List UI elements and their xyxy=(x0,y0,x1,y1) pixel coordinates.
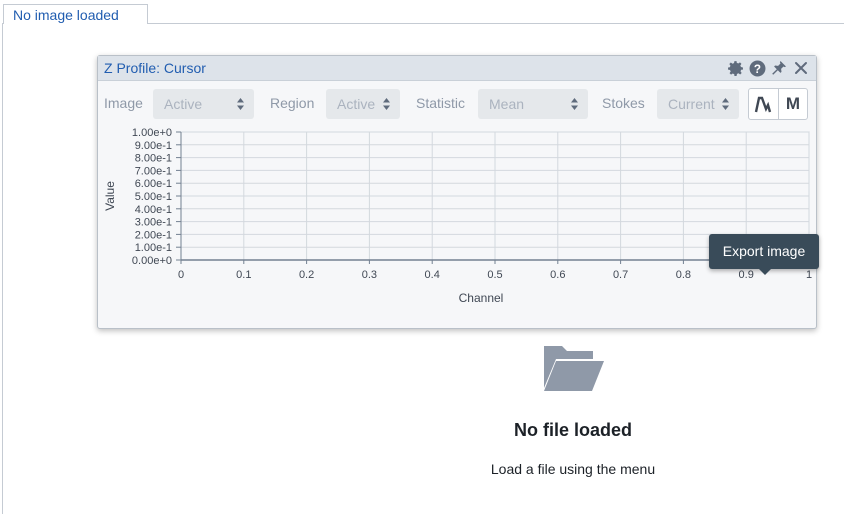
x-tick-label: 0.4 xyxy=(425,269,440,281)
stokes-select-value: Current xyxy=(668,96,715,112)
image-select[interactable]: Active xyxy=(153,89,254,119)
z-profile-widget: Z Profile: Cursor ? Image Active Region … xyxy=(97,55,817,329)
statistic-label: Statistic xyxy=(416,95,466,111)
x-tick-label: 0 xyxy=(178,269,184,281)
caret-updown-icon xyxy=(722,98,729,110)
y-tick-label: 1.00e-1 xyxy=(135,242,172,254)
region-label: Region xyxy=(270,95,315,111)
x-axis-title: Channel xyxy=(459,291,504,305)
pin-icon[interactable] xyxy=(770,59,788,77)
caret-updown-icon xyxy=(237,98,244,110)
export-image-tooltip: Export image xyxy=(709,234,819,269)
moments-button[interactable]: M xyxy=(777,89,807,119)
moments-button-label: M xyxy=(785,94,801,113)
x-tick-label: 1 xyxy=(806,269,812,281)
x-tick-label: 0.6 xyxy=(550,269,565,281)
y-tick-label: 4.00e-1 xyxy=(135,204,172,216)
line-plot-button[interactable] xyxy=(749,89,778,119)
statistic-select-value: Mean xyxy=(489,96,525,112)
caret-updown-icon xyxy=(383,98,390,110)
line-plot-icon xyxy=(755,96,772,113)
profile-chart[interactable]: 0.00e+01.00e-12.00e-13.00e-14.00e-15.00e… xyxy=(98,124,816,314)
close-icon[interactable] xyxy=(792,59,810,77)
y-axis-title: Value xyxy=(103,181,117,211)
y-tick-label: 9.00e-1 xyxy=(135,140,172,152)
x-tick-label: 0.8 xyxy=(676,269,691,281)
folder-open-icon xyxy=(544,346,604,391)
x-tick-label: 0.9 xyxy=(739,269,754,281)
y-tick-label: 2.00e-1 xyxy=(135,229,172,241)
tab-bar-divider xyxy=(147,23,844,24)
y-tick-label: 5.00e-1 xyxy=(135,191,172,203)
empty-state-subtitle: Load a file using the menu xyxy=(490,461,656,477)
gear-icon[interactable] xyxy=(726,59,744,77)
x-tick-label: 0.2 xyxy=(299,269,314,281)
x-tick-label: 0.3 xyxy=(362,269,377,281)
y-tick-label: 1.00e+0 xyxy=(132,127,172,139)
image-select-value: Active xyxy=(164,96,203,112)
profile-toolbar: Image Active Region Active Statistic Mea… xyxy=(98,88,816,120)
app-root: No image loaded No file loaded Load a fi… xyxy=(0,0,844,514)
region-select-value: Active xyxy=(337,96,376,112)
widget-header[interactable]: Z Profile: Cursor ? xyxy=(98,56,816,81)
widget-header-icons: ? xyxy=(726,59,810,77)
stokes-select[interactable]: Current xyxy=(657,89,739,119)
x-tick-label: 0.7 xyxy=(613,269,628,281)
svg-text:?: ? xyxy=(753,62,760,75)
profile-mode-buttons: M xyxy=(748,88,808,120)
image-label: Image xyxy=(104,95,143,111)
y-tick-label: 3.00e-1 xyxy=(135,217,172,229)
tooltip-arrow xyxy=(759,269,771,275)
x-tick-label: 0.1 xyxy=(236,269,251,281)
panel-border xyxy=(2,23,3,514)
empty-state-title: No file loaded xyxy=(513,420,632,440)
y-tick-label: 0.00e+0 xyxy=(132,255,172,267)
widget-title: Z Profile: Cursor xyxy=(104,60,206,76)
y-tick-label: 7.00e-1 xyxy=(135,165,172,177)
region-select[interactable]: Active xyxy=(326,89,400,119)
help-icon[interactable]: ? xyxy=(748,59,766,77)
x-tick-label: 0.5 xyxy=(487,269,502,281)
stokes-label: Stokes xyxy=(602,95,645,111)
caret-updown-icon xyxy=(571,98,578,110)
statistic-select[interactable]: Mean xyxy=(478,89,588,119)
empty-state: No file loaded Load a file using the men… xyxy=(430,342,716,477)
tab-no-image[interactable]: No image loaded xyxy=(3,4,148,24)
y-tick-label: 8.00e-1 xyxy=(135,153,172,165)
y-tick-label: 6.00e-1 xyxy=(135,178,172,190)
